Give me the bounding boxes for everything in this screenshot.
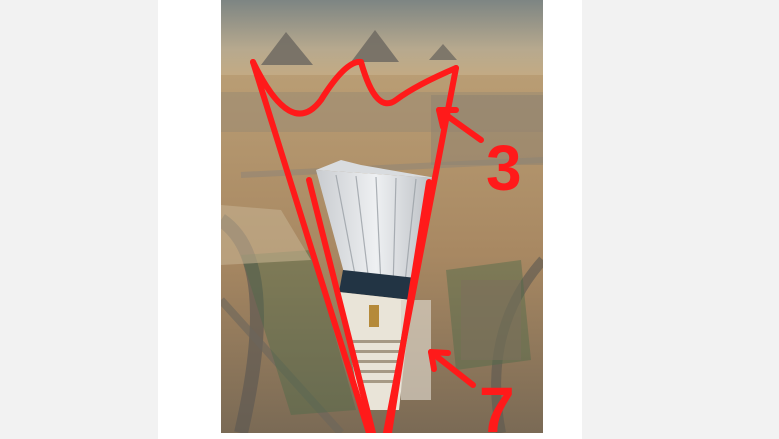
annotation-number-3: 3	[486, 132, 522, 204]
statue	[369, 305, 379, 327]
photo-scene: 3 7	[221, 0, 543, 433]
annotation-number-7: 7	[479, 374, 515, 433]
building-right	[461, 280, 521, 360]
aerial-photo: 3 7	[221, 0, 543, 433]
